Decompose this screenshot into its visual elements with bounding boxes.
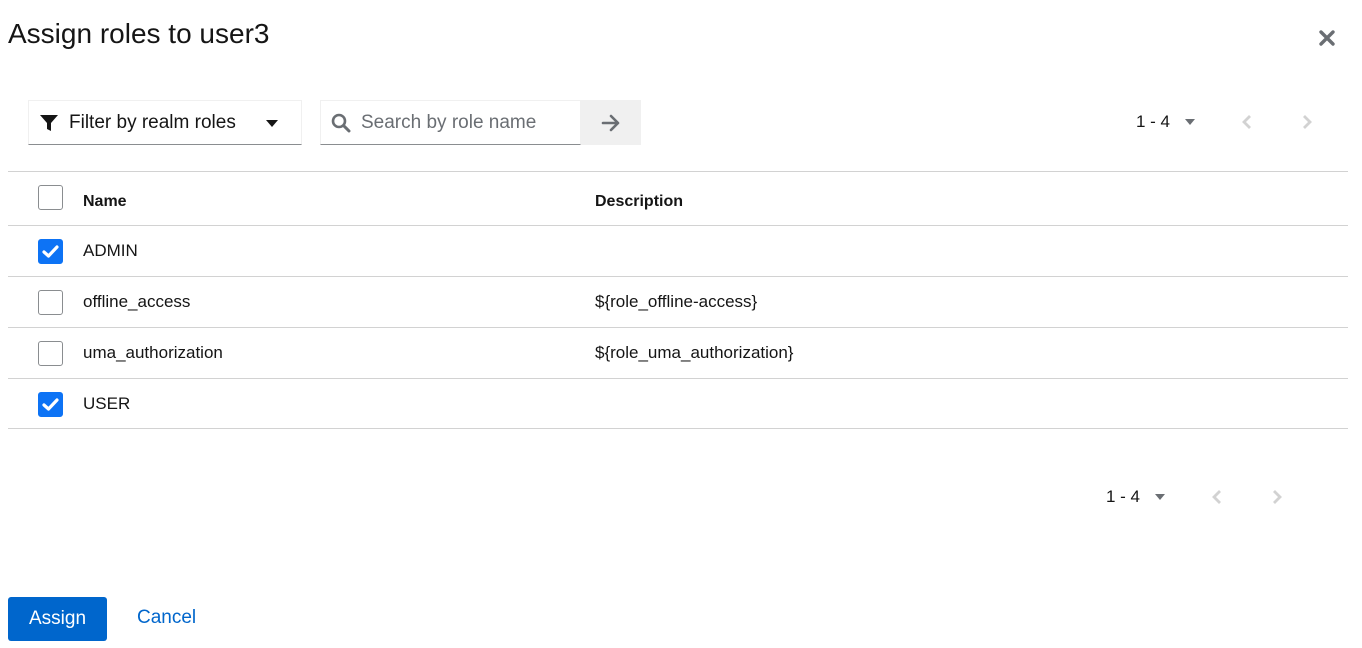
role-name: USER — [83, 394, 131, 413]
table-row: ADMIN — [8, 225, 1348, 276]
close-button[interactable] — [1316, 27, 1338, 49]
pagination-bottom: 1 - 4 — [1106, 487, 1282, 507]
pagination-range: 1 - 4 — [1106, 487, 1141, 506]
select-all-checkbox[interactable] — [38, 185, 63, 210]
filter-label: Filter by realm roles — [69, 111, 236, 133]
cancel-button[interactable]: Cancel — [137, 607, 196, 629]
caret-down-icon — [1155, 494, 1166, 500]
search-icon — [331, 113, 351, 132]
table-row: offline_access ${role_offline-access} — [8, 276, 1348, 327]
assign-button[interactable]: Assign — [8, 597, 107, 641]
role-description: ${role_offline-access} — [595, 292, 758, 311]
search-field[interactable] — [320, 100, 581, 145]
role-description: ${role_uma_authorization} — [595, 343, 794, 362]
role-name: ADMIN — [83, 241, 138, 260]
roles-table: Name Description ADMIN offline_access ${… — [8, 171, 1348, 429]
filter-by-realm-roles-dropdown[interactable]: Filter by realm roles — [28, 100, 302, 145]
arrow-right-icon — [601, 114, 620, 131]
pagination-range: 1 - 4 — [1136, 112, 1171, 131]
row-checkbox[interactable] — [38, 290, 63, 315]
search-submit-button[interactable] — [581, 100, 641, 145]
next-page-icon[interactable] — [1300, 114, 1314, 130]
per-page-toggle[interactable]: 1 - 4 — [1136, 112, 1196, 132]
row-checkbox[interactable] — [38, 239, 63, 264]
previous-page-icon[interactable] — [1210, 489, 1224, 505]
next-page-icon[interactable] — [1270, 489, 1284, 505]
search-input[interactable] — [361, 111, 561, 134]
role-name: offline_access — [83, 292, 191, 311]
table-row: uma_authorization ${role_uma_authorizati… — [8, 327, 1348, 378]
row-checkbox[interactable] — [38, 392, 63, 417]
table-row: USER — [8, 378, 1348, 429]
checkmark-icon — [42, 245, 59, 258]
role-name: uma_authorization — [83, 343, 223, 362]
close-icon — [1319, 30, 1335, 46]
per-page-toggle[interactable]: 1 - 4 — [1106, 487, 1166, 507]
previous-page-icon[interactable] — [1240, 114, 1254, 130]
column-header-description: Description — [595, 193, 684, 210]
caret-down-icon — [1185, 119, 1196, 125]
checkmark-icon — [42, 398, 59, 411]
column-header-name: Name — [83, 193, 127, 210]
caret-down-icon — [266, 119, 278, 127]
table-header-row: Name Description — [8, 171, 1348, 225]
dialog-title: Assign roles to user3 — [8, 18, 270, 49]
filter-funnel-icon — [40, 114, 58, 131]
row-checkbox[interactable] — [38, 341, 63, 366]
pagination-top: 1 - 4 — [1136, 112, 1312, 132]
